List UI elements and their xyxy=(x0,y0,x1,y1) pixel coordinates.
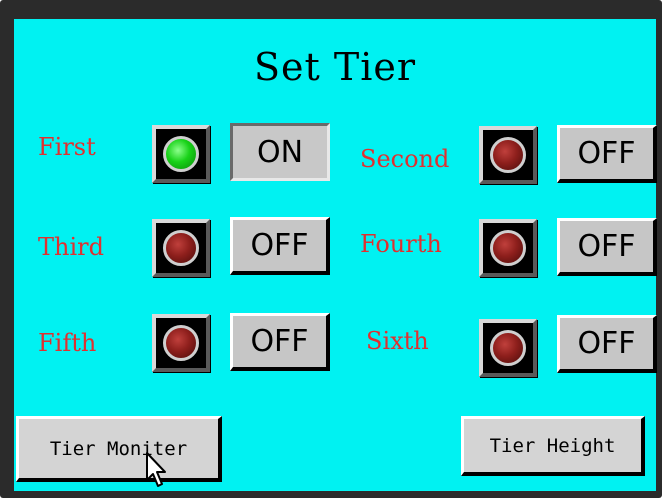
mouse-pointer-icon xyxy=(146,452,166,487)
tier-sixth-toggle-button[interactable]: OFF xyxy=(557,315,657,373)
tier-first-label: First xyxy=(38,133,96,161)
tier-third-indicator xyxy=(152,219,210,277)
indicator-lamp-icon xyxy=(490,330,526,366)
indicator-lamp-icon xyxy=(163,230,199,266)
tier-second-label: Second xyxy=(360,145,450,173)
tier-fifth-toggle-button[interactable]: OFF xyxy=(230,313,330,371)
tier-sixth-indicator xyxy=(479,319,537,377)
tier-first-indicator xyxy=(152,125,210,183)
hmi-screen: Set Tier First ON Second OFF Third OFF F… xyxy=(14,19,657,491)
indicator-lamp-icon xyxy=(490,230,526,266)
tier-fifth-label: Fifth xyxy=(38,329,97,357)
indicator-lamp-icon xyxy=(490,137,526,173)
tier-fourth-indicator xyxy=(479,219,537,277)
tier-second-toggle-button[interactable]: OFF xyxy=(557,125,657,183)
page-title: Set Tier xyxy=(253,45,417,89)
indicator-lamp-icon xyxy=(163,325,199,361)
tier-sixth-label: Sixth xyxy=(366,327,429,355)
tier-second-indicator xyxy=(479,126,537,184)
tier-height-button[interactable]: Tier Height xyxy=(461,416,645,476)
tier-third-toggle-button[interactable]: OFF xyxy=(230,217,330,275)
tier-fourth-toggle-button[interactable]: OFF xyxy=(557,218,657,276)
tier-first-toggle-button[interactable]: ON xyxy=(230,123,330,181)
hmi-panel-bezel: Set Tier First ON Second OFF Third OFF F… xyxy=(0,0,662,498)
indicator-lamp-icon xyxy=(163,136,199,172)
tier-third-label: Third xyxy=(38,233,104,261)
tier-fourth-label: Fourth xyxy=(360,230,442,258)
tier-fifth-indicator xyxy=(152,314,210,372)
tier-monitor-button[interactable]: Tier Moniter xyxy=(16,416,222,482)
